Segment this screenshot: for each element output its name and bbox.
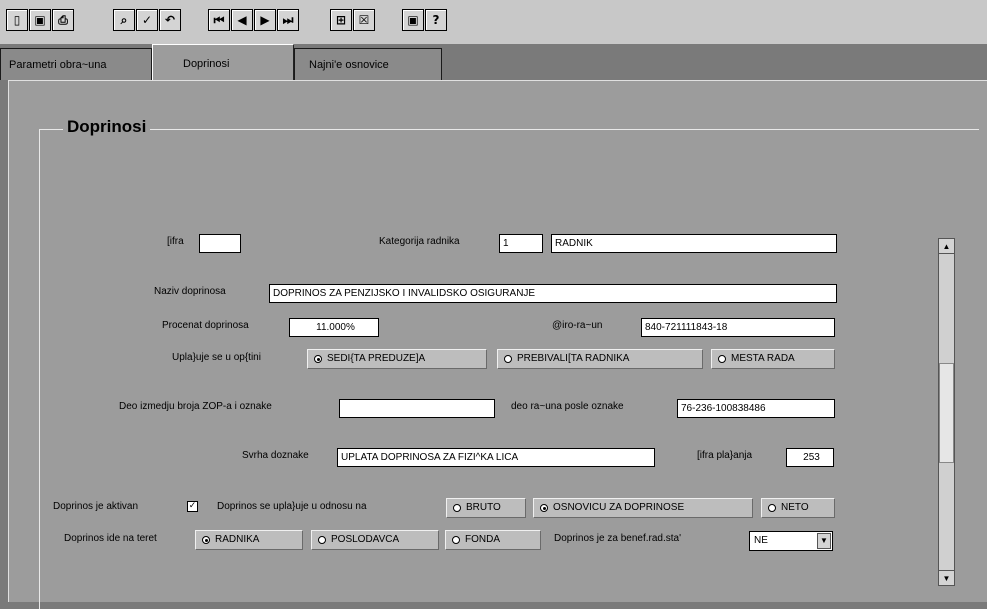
radio-mesta-rada[interactable]: MESTA RADA — [711, 349, 835, 369]
radio-label: FONDA — [465, 534, 500, 545]
sifra-placanja-input[interactable]: 253 — [786, 448, 834, 467]
search-icon[interactable]: ⌕ — [113, 9, 135, 31]
uplata-opstina-label: Upla}uje se u op{tini — [172, 352, 261, 363]
first-record-icon[interactable]: ⏮ — [208, 9, 230, 31]
svrha-doznake-input[interactable]: UPLATA DOPRINOSA ZA FIZI^KA LICA — [337, 448, 655, 467]
radio-label: NETO — [781, 502, 809, 513]
radio-dot — [453, 504, 461, 512]
sifra-label: [ifra — [167, 236, 184, 247]
scroll-down-icon[interactable]: ▼ — [939, 570, 954, 585]
radio-prebivalista-radnika[interactable]: PREBIVALI[TA RADNIKA — [497, 349, 703, 369]
radio-fonda[interactable]: FONDA — [445, 530, 541, 550]
radio-label: OSNOVICU ZA DOPRINOSE — [553, 502, 685, 513]
toolbar-group-edit: ⌕ ✓ ↶ — [113, 9, 182, 33]
radio-dot — [718, 355, 726, 363]
deo-zop-label: Deo izmedju broja ZOP-a i oznake — [119, 401, 272, 412]
radio-dot — [504, 355, 512, 363]
radio-label: SEDI{TA PREDUZE]A — [327, 353, 426, 364]
tab-parametri-obracuna[interactable]: Parametri obra~una — [0, 48, 152, 80]
radio-sediste-preduzeca[interactable]: SEDI{TA PREDUZE]A — [307, 349, 487, 369]
radio-radnika[interactable]: RADNIKA — [195, 530, 303, 550]
next-record-icon[interactable]: ▶ — [254, 9, 276, 31]
teret-label: Doprinos ide na teret — [64, 533, 157, 544]
kategorija-code-input[interactable]: 1 — [499, 234, 543, 253]
info-icon[interactable]: ▣ — [402, 9, 424, 31]
toolbar-group-file: ▯ ▣ ⎙ — [6, 9, 75, 33]
toolbar: ▯ ▣ ⎙ ⌕ ✓ ↶ ⏮ ◀ ▶ ⏭ ⊞ ☒ ▣ ? — [0, 0, 987, 45]
benef-select[interactable]: NE ▼ — [749, 531, 833, 551]
add-record-icon[interactable]: ⊞ — [330, 9, 352, 31]
confirm-icon[interactable]: ✓ — [136, 9, 158, 31]
deo-racuna-input[interactable]: 76-236-100838486 — [677, 399, 835, 418]
odnos-label: Doprinos se upla}uje u odnosu na — [217, 501, 367, 512]
deo-zop-input[interactable] — [339, 399, 495, 418]
procenat-input[interactable]: 11.000% — [289, 318, 379, 337]
radio-label: RADNIKA — [215, 534, 260, 545]
radio-dot — [452, 536, 460, 544]
naziv-doprinosa-input[interactable]: DOPRINOS ZA PENZIJSKO I INVALIDSKO OSIGU… — [269, 284, 837, 303]
radio-label: POSLODAVCA — [331, 534, 400, 545]
benef-label: Doprinos je za benef.rad.sta' — [554, 533, 681, 544]
radio-bruto[interactable]: BRUTO — [446, 498, 526, 518]
vertical-scrollbar[interactable]: ▲ ▼ — [938, 238, 955, 586]
previous-record-icon[interactable]: ◀ — [231, 9, 253, 31]
toolbar-group-records: ⊞ ☒ — [330, 9, 376, 33]
ziro-racun-label: @iro-ra~un — [552, 320, 603, 331]
delete-record-icon[interactable]: ☒ — [353, 9, 375, 31]
chevron-down-icon[interactable]: ▼ — [817, 533, 831, 549]
scroll-down-glyph: ▼ — [942, 573, 951, 583]
toolbar-group-navigation: ⏮ ◀ ▶ ⏭ — [208, 9, 300, 33]
radio-poslodavca[interactable]: POSLODAVCA — [311, 530, 439, 550]
benef-select-value: NE — [754, 535, 768, 546]
radio-dot — [314, 355, 322, 363]
radio-osnovicu-za-doprinose[interactable]: OSNOVICU ZA DOPRINOSE — [533, 498, 753, 518]
aktivan-label: Doprinos je aktivan — [53, 501, 139, 512]
help-icon[interactable]: ? — [425, 9, 447, 31]
tab-strip: Parametri obra~una Doprinosi Najni'e osn… — [0, 44, 987, 82]
radio-dot — [202, 536, 210, 544]
group-title: Doprinosi — [63, 117, 151, 137]
radio-label: PREBIVALI[TA RADNIKA — [517, 353, 630, 364]
last-record-icon[interactable]: ⏭ — [277, 9, 299, 31]
radio-dot — [768, 504, 776, 512]
ziro-racun-input[interactable]: 840-721111843-18 — [641, 318, 835, 337]
kategorija-label: Kategorija radnika — [379, 236, 460, 247]
radio-dot — [318, 536, 326, 544]
save-icon[interactable]: ▣ — [29, 9, 51, 31]
exit-icon[interactable]: ▯ — [6, 9, 28, 31]
scroll-up-icon[interactable]: ▲ — [939, 239, 954, 254]
radio-dot — [540, 504, 548, 512]
tab-najnize-osnovice[interactable]: Najni'e osnovice — [294, 48, 442, 80]
naziv-doprinosa-label: Naziv doprinosa — [154, 286, 226, 297]
radio-label: BRUTO — [466, 502, 501, 513]
tab-panel-doprinosi: Doprinosi [ifra Kategorija radnika 1 RAD… — [8, 80, 987, 609]
tab-doprinosi[interactable]: Doprinosi — [152, 44, 294, 82]
scrollbar-thumb[interactable] — [939, 363, 954, 463]
procenat-label: Procenat doprinosa — [162, 320, 249, 331]
scroll-up-glyph: ▲ — [942, 241, 951, 251]
undo-icon[interactable]: ↶ — [159, 9, 181, 31]
aktivan-checkbox[interactable]: ✓ — [187, 501, 198, 512]
kategorija-name-input[interactable]: RADNIK — [551, 234, 837, 253]
deo-racuna-label: deo ra~una posle oznake — [511, 401, 624, 412]
radio-label: MESTA RADA — [731, 353, 795, 364]
toolbar-group-help: ▣ ? — [402, 9, 448, 33]
sifra-placanja-label: [ifra pla}anja — [697, 450, 753, 461]
sifra-input[interactable] — [199, 234, 241, 253]
print-icon[interactable]: ⎙ — [52, 9, 74, 31]
radio-neto[interactable]: NETO — [761, 498, 835, 518]
svrha-doznake-label: Svrha doznake — [242, 450, 309, 461]
